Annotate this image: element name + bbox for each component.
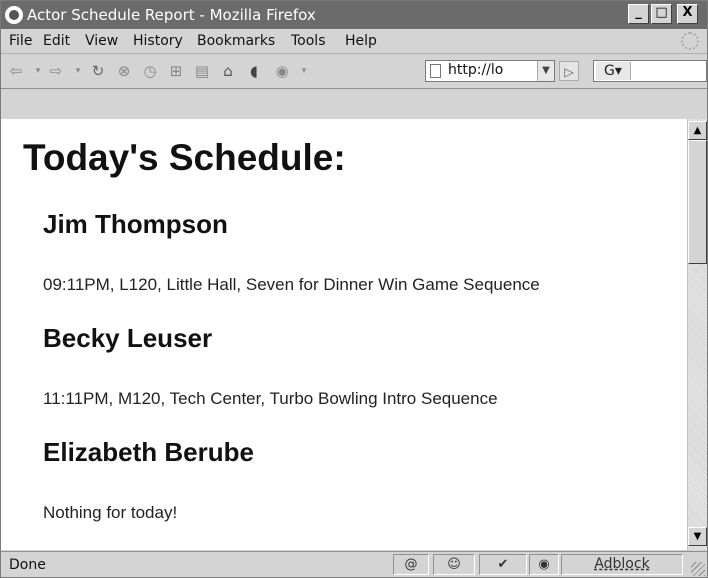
menu-history[interactable]: History — [133, 33, 183, 49]
scrollbar-thumb[interactable] — [688, 140, 707, 264]
throbber-icon — [681, 32, 699, 50]
menu-tools[interactable]: Tools — [291, 33, 326, 49]
url-bar[interactable]: http://lo ▼ — [425, 60, 555, 82]
back-dropdown-icon[interactable]: ▾ — [29, 62, 47, 80]
maximize-button[interactable]: □ — [651, 4, 672, 24]
back-icon[interactable]: ⇦ — [7, 62, 25, 80]
status-bar: Done @ ☺ ✔ ◉ Adblock — [1, 551, 707, 577]
extension-icon[interactable]: ◉ — [273, 62, 291, 80]
forward-icon[interactable]: ⇨ — [47, 62, 65, 80]
actor-name: Elizabeth Berube — [43, 437, 254, 467]
navigation-toolbar: ⇦ ▾ ⇨ ▾ ↻ ⊗ ◷ ⊞ ▤ ⌂ ◖ ◉ ▾ http://lo ▼ ▷ … — [1, 54, 707, 89]
actor-name: Jim Thompson — [43, 209, 228, 239]
status-text: Done — [9, 557, 46, 573]
minimize-button[interactable]: _ — [628, 4, 649, 24]
menu-bookmarks[interactable]: Bookmarks — [197, 33, 275, 49]
schedule-detail: Nothing for today! — [43, 503, 178, 522]
extension-dropdown-icon[interactable]: ▾ — [295, 62, 313, 80]
firefox-addon-icon[interactable]: ◉ — [529, 554, 559, 575]
browser-window: Actor Schedule Report - Mozilla Firefox … — [0, 0, 708, 578]
page-content: Today's Schedule: Jim Thompson 09:11PM, … — [1, 119, 687, 550]
bookmark-icon[interactable]: ◖ — [245, 62, 263, 80]
resize-grip-icon[interactable] — [691, 562, 705, 576]
schedule-detail: 11:11PM, M120, Tech Center, Turbo Bowlin… — [43, 389, 498, 408]
menu-help[interactable]: Help — [345, 33, 377, 49]
url-text[interactable]: http://lo — [448, 62, 503, 78]
check-icon[interactable]: ✔ — [479, 554, 527, 575]
title-bar: Actor Schedule Report - Mozilla Firefox … — [1, 1, 707, 29]
at-icon[interactable]: @ — [393, 554, 429, 575]
go-icon[interactable]: ▷ — [559, 61, 579, 81]
reload-icon[interactable]: ↻ — [89, 62, 107, 80]
scroll-down-icon[interactable]: ▼ — [688, 527, 707, 546]
page-icon — [430, 64, 441, 78]
adblock-button[interactable]: Adblock — [561, 554, 683, 575]
actor-name: Becky Leuser — [43, 323, 213, 353]
adblock-label: Adblock — [594, 556, 650, 572]
url-dropdown-icon[interactable]: ▼ — [537, 61, 554, 81]
menu-edit[interactable]: Edit — [43, 33, 70, 49]
history-icon[interactable]: ◷ — [141, 62, 159, 80]
home-icon[interactable]: ⌂ — [219, 62, 237, 80]
search-box[interactable]: G▾ — [593, 60, 707, 82]
vertical-scrollbar[interactable]: ▲ ▼ — [687, 119, 707, 550]
new-tab-icon[interactable]: ⊞ — [167, 62, 185, 80]
firefox-icon — [5, 6, 23, 24]
schedule-detail: 09:11PM, L120, Little Hall, Seven for Di… — [43, 275, 540, 294]
scroll-up-icon[interactable]: ▲ — [688, 121, 707, 140]
stop-icon[interactable]: ⊗ — [115, 62, 133, 80]
menu-bar: File Edit View History Bookmarks Tools H… — [1, 29, 707, 54]
forward-dropdown-icon[interactable]: ▾ — [69, 62, 87, 80]
window-title: Actor Schedule Report - Mozilla Firefox — [27, 6, 316, 24]
print-icon[interactable]: ▤ — [193, 62, 211, 80]
page-title: Today's Schedule: — [23, 137, 346, 178]
search-engine-label: G — [604, 63, 615, 79]
search-engine-selector[interactable]: G▾ — [596, 62, 631, 80]
close-button[interactable]: X — [677, 4, 698, 24]
smiley-icon[interactable]: ☺ — [433, 554, 475, 575]
menu-view[interactable]: View — [85, 33, 118, 49]
menu-file[interactable]: File — [9, 33, 32, 49]
